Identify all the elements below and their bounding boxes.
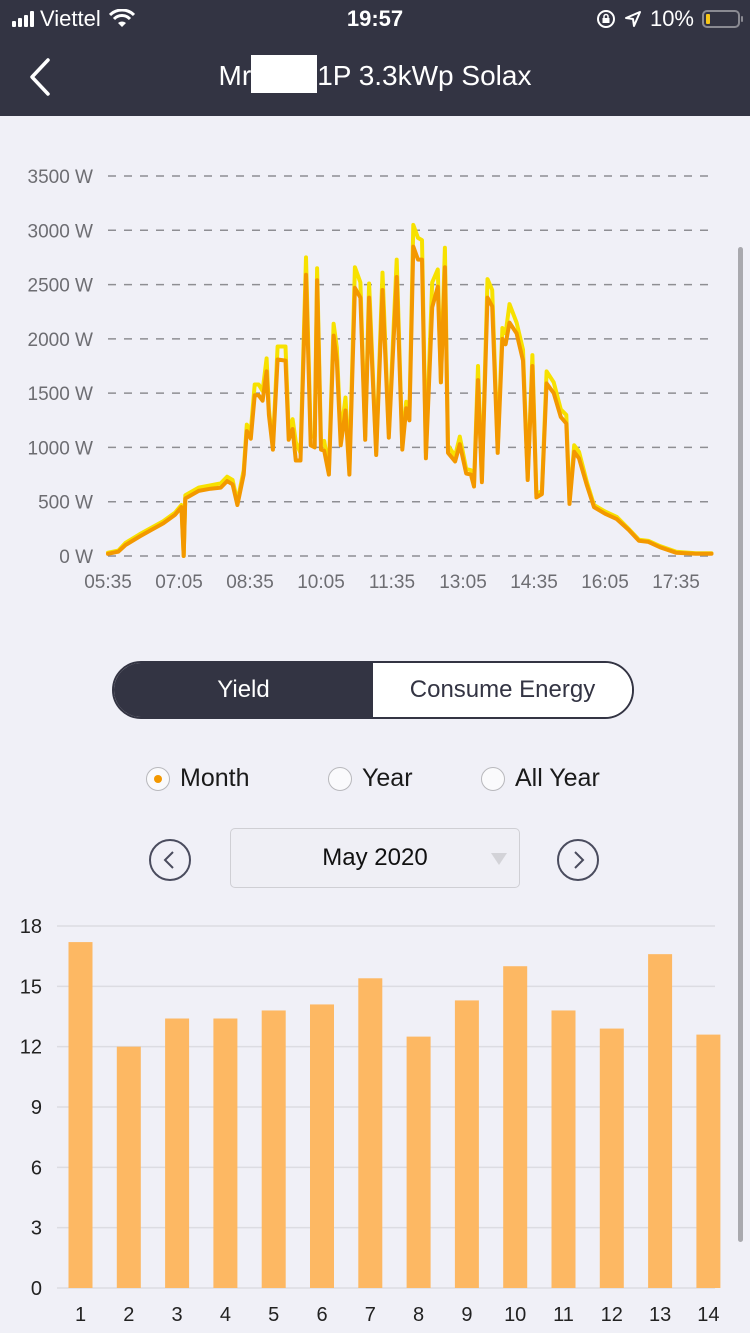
status-right: 10% bbox=[596, 6, 743, 32]
x-tick-label: 11 bbox=[553, 1304, 574, 1326]
radio-selected-icon bbox=[146, 766, 170, 791]
radio-month-label: Month bbox=[180, 764, 250, 792]
x-tick-label: 7 bbox=[365, 1304, 376, 1326]
chevron-right-circle-icon bbox=[574, 851, 585, 869]
x-tick-label: 8 bbox=[413, 1304, 424, 1326]
x-tick-label: 05:35 bbox=[84, 572, 132, 593]
nav-bar: Mr 1P 3.3kWp Solax bbox=[0, 40, 750, 116]
y-tick-label: 6 bbox=[31, 1157, 42, 1179]
y-tick-label: 2000 W bbox=[28, 330, 94, 351]
battery-percent: 10% bbox=[649, 6, 694, 31]
bar-day-4 bbox=[213, 1018, 238, 1288]
y-tick-label: 9 bbox=[31, 1097, 42, 1119]
page-title: Mr 1P 3.3kWp Solax bbox=[0, 54, 750, 93]
series-line-primary bbox=[106, 244, 714, 558]
location-icon bbox=[624, 11, 641, 27]
radio-month[interactable]: Month bbox=[146, 764, 249, 793]
x-tick-label: 12 bbox=[601, 1304, 623, 1326]
x-tick-label: 11:35 bbox=[369, 572, 415, 593]
y-tick-label: 0 W bbox=[59, 547, 93, 568]
tab-yield[interactable]: Yield bbox=[114, 663, 373, 717]
bar-day-10 bbox=[503, 966, 528, 1288]
bar-day-7 bbox=[358, 978, 383, 1288]
x-tick-label: 17:35 bbox=[652, 572, 700, 593]
x-tick-label: 10 bbox=[504, 1304, 526, 1326]
bar-day-3 bbox=[165, 1018, 190, 1288]
radio-year-label: Year bbox=[362, 764, 413, 792]
prev-period-button[interactable] bbox=[149, 839, 191, 881]
x-tick-label: 9 bbox=[461, 1304, 472, 1326]
radio-all-year-label: All Year bbox=[515, 764, 600, 792]
yield-consume-toggle: Yield Consume Energy bbox=[112, 661, 634, 719]
x-tick-label: 07:05 bbox=[155, 572, 203, 593]
bar-day-5 bbox=[261, 1010, 286, 1288]
bar-day-9 bbox=[454, 1000, 479, 1288]
y-tick-label: 3000 W bbox=[28, 221, 94, 242]
y-tick-label: 12 bbox=[20, 1037, 42, 1059]
month-picker[interactable]: May 2020 bbox=[230, 828, 520, 888]
y-tick-label: 18 bbox=[20, 916, 42, 938]
chevron-left-circle-icon bbox=[163, 851, 174, 869]
bar-day-2 bbox=[116, 1046, 141, 1288]
dropdown-caret-icon bbox=[491, 853, 507, 865]
bar-day-8 bbox=[406, 1036, 431, 1288]
y-tick-label: 3500 W bbox=[28, 167, 94, 188]
radio-unselected-icon bbox=[328, 766, 352, 791]
y-tick-label: 0 bbox=[31, 1278, 42, 1300]
x-tick-label: 3 bbox=[172, 1304, 183, 1326]
title-suffix: 1P 3.3kWp Solax bbox=[317, 60, 532, 91]
bar-day-11 bbox=[551, 1010, 576, 1288]
y-tick-label: 1000 W bbox=[28, 438, 94, 459]
x-tick-label: 16:05 bbox=[581, 572, 629, 593]
bar-day-12 bbox=[599, 1028, 624, 1288]
next-period-button[interactable] bbox=[557, 839, 599, 881]
date-navigation: May 2020 bbox=[0, 828, 750, 890]
scrollbar[interactable] bbox=[738, 247, 743, 1242]
tab-consume-energy[interactable]: Consume Energy bbox=[373, 663, 632, 717]
y-tick-label: 500 W bbox=[38, 493, 93, 514]
title-prefix: Mr bbox=[218, 60, 252, 91]
x-tick-label: 5 bbox=[268, 1304, 279, 1326]
x-tick-label: 14:35 bbox=[510, 572, 558, 593]
y-tick-label: 3 bbox=[31, 1218, 42, 1240]
bar-day-6 bbox=[310, 1004, 334, 1288]
radio-all-year[interactable]: All Year bbox=[481, 764, 600, 793]
period-radio-group: Month Year All Year bbox=[0, 760, 750, 796]
x-tick-label: 4 bbox=[220, 1304, 231, 1326]
bar-day-13 bbox=[648, 954, 673, 1288]
x-tick-label: 6 bbox=[316, 1304, 327, 1326]
bar-day-1 bbox=[68, 942, 93, 1288]
month-picker-value: May 2020 bbox=[322, 844, 428, 871]
power-line-chart: 0 W 500 W 1000 W 1500 W 2000 W 2500 W 3000 W 35… bbox=[28, 167, 714, 593]
x-tick-label: 2 bbox=[123, 1304, 134, 1326]
status-bar: Viettel 19:57 10% bbox=[0, 0, 750, 40]
battery-icon bbox=[702, 10, 743, 28]
x-tick-label: 10:05 bbox=[297, 572, 345, 593]
y-tick-label: 2500 W bbox=[28, 276, 94, 297]
orientation-lock-icon bbox=[596, 10, 615, 28]
redacted-block bbox=[251, 54, 318, 93]
radio-year[interactable]: Year bbox=[328, 764, 413, 793]
x-tick-label: 14 bbox=[697, 1304, 719, 1326]
x-tick-label: 1 bbox=[75, 1304, 86, 1326]
radio-unselected-icon bbox=[481, 766, 505, 791]
bar-day-14 bbox=[696, 1034, 721, 1288]
x-tick-label: 08:35 bbox=[226, 572, 274, 593]
y-tick-label: 1500 W bbox=[28, 384, 94, 405]
x-tick-label: 13:05 bbox=[439, 572, 487, 593]
y-tick-label: 15 bbox=[20, 976, 42, 998]
x-tick-label: 13 bbox=[649, 1304, 671, 1326]
daily-yield-bar-chart: 03691215181 2 3 4 5 6 7 8 9 10 11 12 13 14 bbox=[20, 916, 721, 1326]
